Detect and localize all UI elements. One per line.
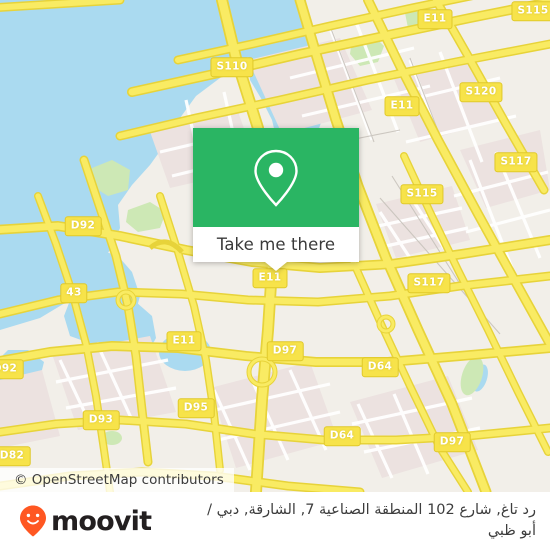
map-share-card-screen: E11 S115 S110 S120 E11 S117 S115 D92 E11 43 S117 E1… xyxy=(0,0,550,550)
road-shield: D97 xyxy=(433,432,471,452)
card-pointer-tail xyxy=(265,262,287,271)
take-me-there-button[interactable]: Take me there xyxy=(193,227,359,271)
road-shield: D97 xyxy=(266,341,304,361)
take-me-there-label: Take me there xyxy=(216,235,336,254)
road-shield: S117 xyxy=(407,273,451,293)
road-shield: D82 xyxy=(0,446,31,466)
road-shield: S115 xyxy=(400,184,444,204)
road-shield: S110 xyxy=(210,57,254,77)
road-shield: D92 xyxy=(0,359,24,379)
road-shield: E11 xyxy=(166,331,202,351)
road-shield: S120 xyxy=(459,82,503,102)
location-pin-icon xyxy=(254,149,298,207)
card-pin-area xyxy=(193,128,359,227)
address-line-2: أبو ظبي xyxy=(487,523,536,540)
road-shield: D93 xyxy=(82,410,120,430)
road-shield: D95 xyxy=(177,398,215,418)
place-address: رد تاغ, شارع 102 المنطقة الصناعية 7, الش… xyxy=(151,492,550,542)
attribution-text: © OpenStreetMap contributors xyxy=(14,472,224,488)
road-shield: S117 xyxy=(494,152,538,172)
road-shield: E11 xyxy=(417,9,453,29)
road-shield: E11 xyxy=(384,96,420,116)
moovit-wordmark: moovit xyxy=(51,505,152,537)
destination-card[interactable]: Take me there xyxy=(193,128,359,271)
road-shield: S115 xyxy=(511,1,550,21)
moovit-logo[interactable]: moovit xyxy=(0,492,152,538)
road-shield: E11 xyxy=(252,268,288,288)
road-shield: D92 xyxy=(64,216,102,236)
road-shield: D64 xyxy=(323,426,361,446)
moovit-pin-icon xyxy=(20,505,46,537)
map-attribution: © OpenStreetMap contributors xyxy=(0,468,234,492)
road-shield: D64 xyxy=(361,357,399,377)
road-shield: 43 xyxy=(60,283,88,303)
address-line-1: رد تاغ, شارع 102 المنطقة الصناعية 7, الش… xyxy=(207,502,536,518)
footer-bar: moovit رد تاغ, شارع 102 المنطقة الصناعية… xyxy=(0,492,550,550)
